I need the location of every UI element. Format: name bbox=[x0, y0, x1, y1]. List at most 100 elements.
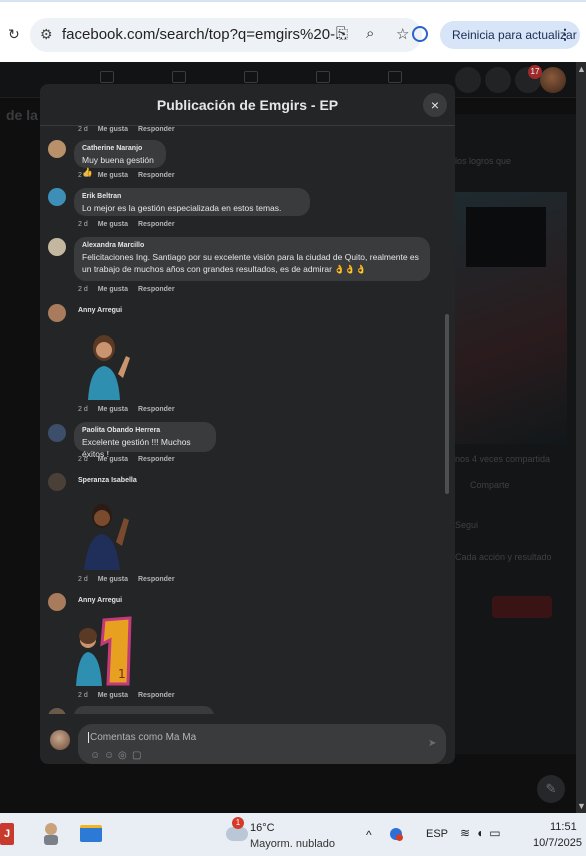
comment-input[interactable]: Comentas como Ma Ma ☺ ☺ ◎ ▢ bbox=[78, 724, 446, 764]
commenter-name[interactable]: Erik Beltran bbox=[82, 192, 302, 202]
avatar[interactable] bbox=[48, 238, 66, 256]
like-button[interactable]: Me gusta bbox=[98, 576, 128, 583]
input-language[interactable]: ESP bbox=[426, 828, 448, 840]
avatar-sticker-icon[interactable]: ☺ bbox=[90, 750, 100, 761]
groups-icon[interactable] bbox=[388, 71, 402, 83]
comment-actions: 2 d Me gusta Responder bbox=[78, 406, 183, 413]
send-icon[interactable]: ➤ bbox=[428, 738, 436, 749]
commenter-name[interactable]: Alexandra Marcillo bbox=[82, 241, 422, 251]
more-menu-icon[interactable]: ⋮ bbox=[558, 26, 572, 43]
avatar[interactable] bbox=[48, 593, 66, 611]
comment-time: 2 d bbox=[78, 221, 88, 228]
avatar[interactable] bbox=[48, 140, 66, 158]
comment-actions: 2 d Me gusta Responder bbox=[78, 692, 183, 699]
comment-actions: 2 d Me gusta Responder bbox=[78, 456, 183, 463]
acrobat-app-icon[interactable]: J bbox=[0, 823, 14, 845]
scroll-down-icon[interactable]: ▼ bbox=[577, 801, 586, 811]
messenger-icon[interactable] bbox=[485, 67, 511, 93]
site-settings-icon[interactable]: ⚙ bbox=[40, 26, 53, 43]
comment-bubble: Alexandra Marcillo Felicitaciones Ing. S… bbox=[74, 237, 430, 281]
profile-icon[interactable] bbox=[412, 26, 428, 42]
reply-button[interactable]: Responder bbox=[138, 406, 175, 413]
comment-text: Felicitaciones Ing. Santiago por su exce… bbox=[82, 252, 419, 274]
page-scrollbar[interactable]: ▲ ▼ bbox=[576, 62, 586, 813]
account-avatar[interactable] bbox=[540, 67, 566, 93]
like-button[interactable]: Me gusta bbox=[98, 692, 128, 699]
marketplace-icon[interactable] bbox=[316, 71, 330, 83]
reply-button[interactable]: Responder bbox=[138, 221, 175, 228]
like-button[interactable]: Me gusta bbox=[98, 286, 128, 293]
scroll-up-icon[interactable]: ▲ bbox=[577, 64, 586, 74]
temperature[interactable]: 16°C bbox=[250, 822, 275, 834]
avatar-sticker bbox=[84, 504, 129, 570]
background-button bbox=[492, 596, 552, 618]
comment-actions: 2 d Me gusta Responder bbox=[78, 221, 183, 228]
like-button[interactable]: Me gusta bbox=[98, 456, 128, 463]
emoji-icon[interactable]: ☺ bbox=[104, 750, 114, 761]
bookmark-star-icon[interactable]: ☆ bbox=[396, 25, 409, 43]
reply-button[interactable]: Responder bbox=[138, 126, 175, 133]
comment-actions: 2 d Me gusta Responder bbox=[78, 126, 183, 133]
restart-to-update-button[interactable]: Reinicia para actualizar ⋮ bbox=[440, 21, 580, 49]
like-button[interactable]: Me gusta bbox=[98, 172, 128, 179]
file-explorer-icon[interactable] bbox=[80, 825, 102, 842]
commenter-name[interactable]: Anny Arregui bbox=[78, 596, 122, 606]
network-sound-battery-icons[interactable]: ≋◖▭ bbox=[460, 826, 507, 840]
comment-time: 2 d bbox=[78, 456, 88, 463]
dialog-title: Publicación de Emgirs - EP bbox=[156, 97, 339, 113]
show-hidden-icons-icon[interactable]: ^ bbox=[366, 828, 372, 842]
background-text: de la bbox=[6, 107, 38, 123]
comments-list[interactable]: 2 d Me gusta Responder Catherine Naranjo… bbox=[40, 126, 455, 714]
commenter-name[interactable]: Anny Arregui bbox=[78, 306, 122, 316]
avatar[interactable] bbox=[48, 424, 66, 442]
comment-time: 2 d bbox=[78, 692, 88, 699]
like-button[interactable]: Me gusta bbox=[98, 406, 128, 413]
camera-icon[interactable]: ◎ bbox=[118, 750, 127, 761]
reply-button[interactable]: Responder bbox=[138, 576, 175, 583]
comments-scrollbar[interactable] bbox=[445, 314, 449, 494]
avatar[interactable] bbox=[48, 188, 66, 206]
comment-bubble: Catherine Naranjo Muy buena gestión 👍 bbox=[74, 140, 166, 177]
address-bar[interactable]: ⚙ facebook.com/search/top?q=emgirs%20-..… bbox=[30, 18, 422, 52]
avatar-sticker bbox=[88, 335, 130, 400]
clock-time[interactable]: 11:51 bbox=[550, 821, 577, 833]
watch-icon[interactable] bbox=[244, 71, 258, 83]
avatar[interactable] bbox=[48, 473, 66, 491]
comment-time: 2 d bbox=[78, 576, 88, 583]
comment-bubble: Erik Beltran Lo mejor es la gestión espe… bbox=[74, 188, 310, 216]
dialog-header: Publicación de Emgirs - EP × bbox=[40, 84, 455, 126]
pdf24-app-icon[interactable] bbox=[40, 821, 62, 847]
commenter-name[interactable]: Paolita Obando Herrera bbox=[82, 426, 208, 436]
reply-button[interactable]: Responder bbox=[138, 456, 175, 463]
background-text: Segui bbox=[455, 520, 479, 530]
close-button[interactable]: × bbox=[423, 93, 447, 117]
my-avatar bbox=[50, 730, 70, 750]
comment-actions: 2 d Me gusta Responder bbox=[78, 172, 183, 179]
background-photo-inset bbox=[466, 207, 546, 267]
comment-actions: 2 d Me gusta Responder bbox=[78, 576, 183, 583]
home-icon[interactable] bbox=[100, 71, 114, 83]
install-app-icon[interactable]: ⎘ bbox=[336, 25, 348, 42]
reload-icon[interactable]: ↻ bbox=[8, 26, 20, 43]
friends-icon[interactable] bbox=[172, 71, 186, 83]
commenter-name[interactable]: Catherine Naranjo bbox=[82, 144, 158, 154]
weather-icon[interactable] bbox=[226, 827, 248, 841]
reply-button[interactable]: Responder bbox=[138, 172, 175, 179]
browser-toolbar: ↻ ⚙ facebook.com/search/top?q=emgirs%20-… bbox=[0, 0, 586, 62]
weather-description[interactable]: Mayorm. nublado bbox=[250, 838, 335, 850]
windows-taskbar: J 1 16°C Mayorm. nublado ^ ESP ≋◖▭ 11:51… bbox=[0, 813, 586, 856]
url-text[interactable]: facebook.com/search/top?q=emgirs%20-... bbox=[62, 26, 348, 43]
security-icon[interactable] bbox=[390, 828, 403, 841]
reply-button[interactable]: Responder bbox=[138, 286, 175, 293]
gif-icon[interactable]: ▢ bbox=[132, 750, 141, 761]
new-message-icon[interactable]: ✎ bbox=[537, 775, 565, 803]
like-button[interactable]: Me gusta bbox=[98, 221, 128, 228]
zoom-icon[interactable]: ⌕ bbox=[366, 25, 374, 42]
reply-button[interactable]: Responder bbox=[138, 692, 175, 699]
avatar[interactable] bbox=[48, 304, 66, 322]
commenter-name[interactable]: Speranza Isabella bbox=[78, 476, 137, 486]
clock-date[interactable]: 10/7/2025 bbox=[533, 837, 582, 849]
like-button[interactable]: Me gusta bbox=[98, 126, 128, 133]
background-text: Comparte bbox=[470, 480, 510, 490]
menu-grid-icon[interactable] bbox=[455, 67, 481, 93]
